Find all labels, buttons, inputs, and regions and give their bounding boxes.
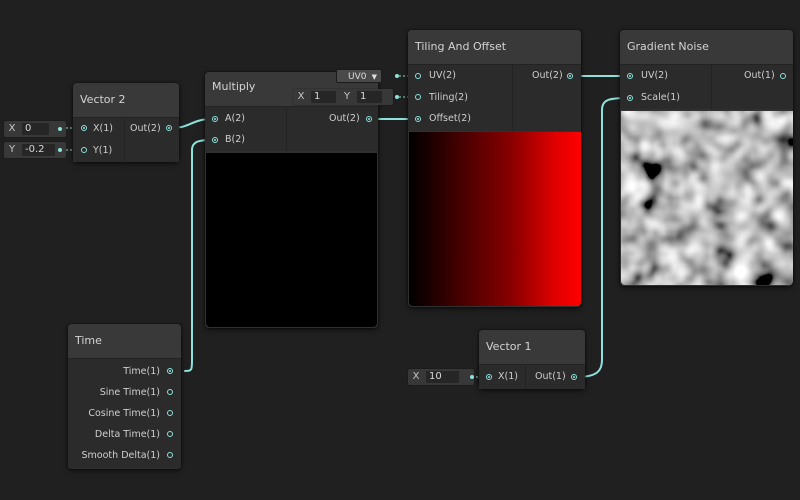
time-output-label: Time(1) xyxy=(123,366,160,377)
smooth-delta-port-icon[interactable] xyxy=(167,452,173,458)
vector1-divider xyxy=(525,365,526,389)
sine-time-port-icon[interactable] xyxy=(167,389,173,395)
multiply-out-label: Out(2) xyxy=(329,113,360,124)
tiling-offset-label: Offset(2) xyxy=(429,113,471,124)
gradient-noise-divider xyxy=(711,65,712,109)
tiling-y-axis-label: Y xyxy=(343,91,351,102)
vector2-y-port-icon[interactable] xyxy=(81,147,87,153)
vector2-x-label: X(1) xyxy=(93,123,113,134)
vector1-x-label: X(1) xyxy=(498,371,518,382)
tiling-offset-port-icon[interactable] xyxy=(415,116,421,122)
multiply-a-label: A(2) xyxy=(225,113,245,124)
vector1-ports xyxy=(479,365,585,389)
multiply-a-port-icon[interactable] xyxy=(212,116,218,122)
vector2-x-field[interactable]: X 0 xyxy=(4,121,66,137)
cosine-time-port-icon[interactable] xyxy=(167,410,173,416)
vector2-x-port-icon[interactable] xyxy=(81,125,87,131)
noise-uv-label: UV(2) xyxy=(641,70,668,81)
time-title[interactable]: Time xyxy=(68,324,181,359)
vector2-y-field[interactable]: Y -0.2 xyxy=(4,142,66,158)
tiling-offset-divider xyxy=(512,65,513,131)
vector2-out-port-icon[interactable] xyxy=(166,125,172,131)
vector1-title[interactable]: Vector 1 xyxy=(479,330,585,365)
multiply-b-port-icon[interactable] xyxy=(212,137,218,143)
noise-scale-port-icon[interactable] xyxy=(627,95,633,101)
multiply-divider xyxy=(286,107,287,151)
tiling-xy-field[interactable]: X 1 Y 1 xyxy=(293,89,393,105)
vector2-node[interactable]: Vector 2 X(1) Y(1) Out(2) xyxy=(73,83,179,162)
tiling-uv-label: UV(2) xyxy=(429,70,456,81)
vector2-y-axis-label: Y xyxy=(8,144,16,155)
tiling-tiling-port-icon[interactable] xyxy=(415,94,421,100)
delta-time-label: Delta Time(1) xyxy=(94,429,160,440)
dropdown-arrow-icon: ▼ xyxy=(371,73,377,81)
time-output-port-icon[interactable] xyxy=(167,368,173,374)
uv-channel-dropdown[interactable]: UV0 ▼ xyxy=(336,69,382,83)
tiling-offset-title[interactable]: Tiling And Offset xyxy=(408,30,581,65)
uv-channel-value: UV0 xyxy=(348,72,367,82)
noise-out-label: Out(1) xyxy=(744,70,775,81)
vector1-node[interactable]: Vector 1 X(1) Out(1) xyxy=(479,330,585,389)
multiply-b-label: B(2) xyxy=(225,134,245,145)
noise-out-port-icon[interactable] xyxy=(780,73,786,79)
vector2-ports xyxy=(73,118,179,162)
multiply-out-port-icon[interactable] xyxy=(366,116,372,122)
vector2-y-field-connector-icon xyxy=(58,148,62,152)
tiling-preview xyxy=(409,132,581,306)
vector1-x-input[interactable]: 10 xyxy=(426,371,459,383)
gradient-noise-node[interactable]: Gradient Noise UV(2) Scale(1) Out(1) xyxy=(620,30,793,286)
vector1-x-port-icon[interactable] xyxy=(486,374,492,380)
noise-uv-port-icon[interactable] xyxy=(627,73,633,79)
multiply-node[interactable]: Multiply A(2) B(2) Out(2) xyxy=(205,72,378,328)
vector2-title[interactable]: Vector 2 xyxy=(73,83,179,118)
tiling-out-label: Out(2) xyxy=(532,70,563,81)
vector1-out-label: Out(1) xyxy=(535,371,566,382)
vector2-y-label: Y(1) xyxy=(93,145,113,156)
vector2-x-input[interactable]: 0 xyxy=(22,123,49,135)
vector2-divider xyxy=(124,118,125,162)
noise-scale-label: Scale(1) xyxy=(641,92,681,103)
noise-preview xyxy=(621,111,793,285)
tiling-field-connector-icon xyxy=(395,95,399,99)
vector2-out-label: Out(2) xyxy=(130,123,161,134)
tiling-x-input[interactable]: 1 xyxy=(311,91,336,103)
tiling-out-port-icon[interactable] xyxy=(567,73,573,79)
tiling-offset-node[interactable]: Tiling And Offset UV(2) Tiling(2) Offset… xyxy=(408,30,581,307)
uv-field-connector-icon xyxy=(395,74,399,78)
vector1-out-port-icon[interactable] xyxy=(571,374,577,380)
vector1-x-axis-label: X xyxy=(412,371,420,382)
tiling-tiling-label: Tiling(2) xyxy=(429,92,468,103)
smooth-delta-label: Smooth Delta(1) xyxy=(81,450,160,461)
vector2-x-field-connector-icon xyxy=(58,127,62,131)
sine-time-label: Sine Time(1) xyxy=(99,387,160,398)
delta-time-port-icon[interactable] xyxy=(167,431,173,437)
vector1-x-field[interactable]: X 10 xyxy=(408,369,474,385)
tiling-x-axis-label: X xyxy=(297,91,305,102)
tiling-y-input[interactable]: 1 xyxy=(357,91,382,103)
vector2-x-axis-label: X xyxy=(8,123,16,134)
gradient-noise-title[interactable]: Gradient Noise xyxy=(620,30,793,65)
vector2-y-input[interactable]: -0.2 xyxy=(22,144,55,156)
multiply-preview xyxy=(206,153,377,327)
vector1-field-connector-icon xyxy=(470,375,474,379)
cosine-time-label: Cosine Time(1) xyxy=(88,408,160,419)
tiling-uv-port-icon[interactable] xyxy=(415,73,421,79)
time-node[interactable]: Time Time(1) Sine Time(1) Cosine Time(1)… xyxy=(68,324,181,469)
